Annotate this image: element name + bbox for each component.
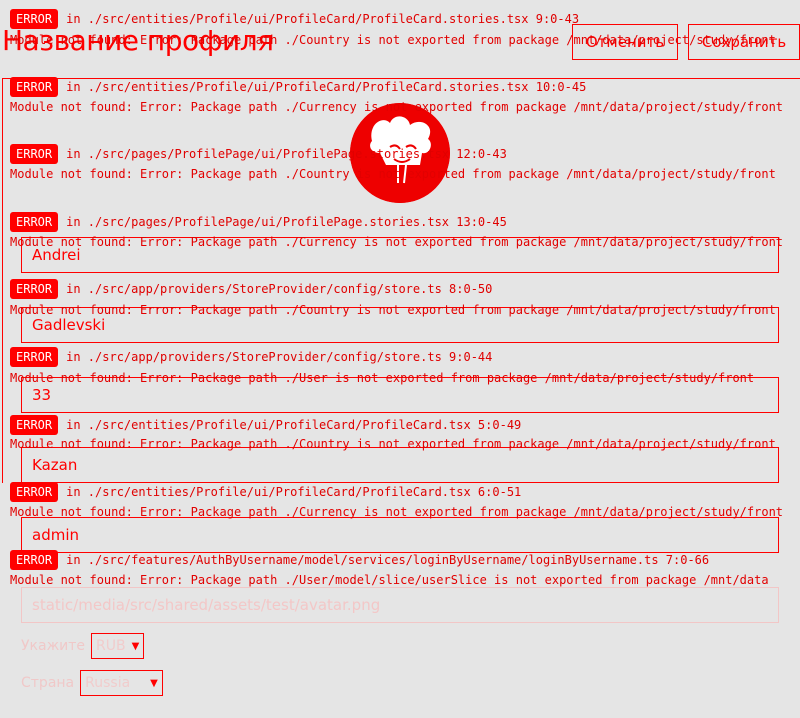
error-location[interactable]: in ./src/features/AuthByUsername/model/s…: [66, 553, 709, 567]
chevron-down-icon: ▼: [150, 677, 158, 689]
country-label: Страна: [21, 675, 75, 691]
chevron-down-icon: ▼: [131, 640, 140, 652]
error-location[interactable]: in ./src/entities/Profile/ui/ProfileCard…: [66, 80, 586, 94]
error-header: ERROR in ./src/entities/Profile/ui/Profi…: [10, 9, 579, 29]
error-overlay: ERROR in ./src/entities/Profile/ui/Profi…: [0, 0, 800, 600]
error-message: Module not found: Error: Package path ./…: [10, 100, 784, 114]
error-badge: ERROR: [10, 347, 59, 367]
error-badge: ERROR: [10, 482, 59, 502]
error-badge: ERROR: [10, 415, 59, 435]
error-badge: ERROR: [10, 212, 59, 232]
error-location[interactable]: in ./src/pages/ProfilePage/ui/ProfilePag…: [66, 215, 507, 229]
error-message: Module not found: Error: Package path ./…: [10, 167, 776, 181]
error-location[interactable]: in ./src/entities/Profile/ui/ProfileCard…: [66, 12, 579, 26]
error-header: ERROR in ./src/pages/ProfilePage/ui/Prof…: [10, 212, 507, 232]
error-header: ERROR in ./src/features/AuthByUsername/m…: [10, 550, 709, 570]
error-header: ERROR in ./src/entities/Profile/ui/Profi…: [10, 482, 521, 502]
error-badge: ERROR: [10, 144, 59, 164]
error-header: ERROR in ./src/app/providers/StoreProvid…: [10, 347, 492, 367]
currency-select[interactable]: RUB ▼: [91, 633, 145, 659]
error-header: ERROR in ./src/app/providers/StoreProvid…: [10, 279, 492, 299]
country-select[interactable]: Russia ▼: [80, 670, 163, 696]
error-header: ERROR in ./src/entities/Profile/ui/Profi…: [10, 77, 586, 97]
error-message: Module not found: Error: Package path ./…: [10, 371, 755, 385]
currency-value: RUB: [96, 638, 126, 654]
error-location[interactable]: in ./src/entities/Profile/ui/ProfileCard…: [66, 485, 521, 499]
error-message: Module not found: Error: Package path ./…: [10, 235, 784, 249]
error-badge: ERROR: [10, 550, 59, 570]
error-badge: ERROR: [10, 77, 59, 97]
error-message: Module not found: Error: Package path ./…: [10, 437, 776, 451]
country-value: Russia: [85, 675, 131, 691]
error-location[interactable]: in ./src/app/providers/StoreProvider/con…: [66, 282, 492, 296]
currency-row: Укажите RUB ▼: [21, 633, 145, 659]
error-location[interactable]: in ./src/entities/Profile/ui/ProfileCard…: [66, 418, 521, 432]
error-message: Module not found: Error: Package path ./…: [10, 33, 776, 47]
error-header: ERROR in ./src/pages/ProfilePage/ui/Prof…: [10, 144, 507, 164]
currency-label: Укажите: [21, 638, 86, 654]
error-badge: ERROR: [10, 9, 59, 29]
error-message: Module not found: Error: Package path ./…: [10, 303, 776, 317]
error-location[interactable]: in ./src/app/providers/StoreProvider/con…: [66, 350, 492, 364]
error-badge: ERROR: [10, 279, 59, 299]
error-message: Module not found: Error: Package path ./…: [10, 573, 769, 587]
error-location[interactable]: in ./src/pages/ProfilePage/ui/ProfilePag…: [66, 147, 507, 161]
error-header: ERROR in ./src/entities/Profile/ui/Profi…: [10, 415, 521, 435]
error-message: Module not found: Error: Package path ./…: [10, 505, 784, 519]
country-row: Страна Russia ▼: [21, 670, 163, 696]
